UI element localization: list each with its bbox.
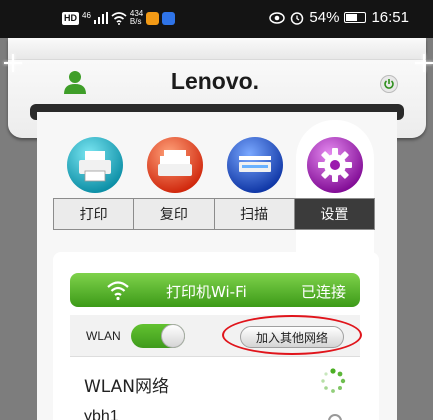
clock: 16:51 (371, 9, 409, 26)
printer-top-strip (8, 38, 426, 60)
copy-icon[interactable] (146, 136, 204, 194)
tab-label: 打印 (79, 207, 108, 223)
wlan-networks-title: WLAN网络 (84, 377, 170, 397)
status-bar: HD 46 434 B/s 54% 16:51 (0, 0, 433, 38)
tab-label: 复印 (159, 207, 188, 223)
power-icon[interactable] (380, 75, 398, 93)
wifi-icon (111, 11, 127, 25)
tab-scan[interactable]: 扫描 (214, 199, 295, 229)
signal-icon (93, 12, 108, 24)
net-speed-unit: B/s (129, 17, 142, 26)
wlan-toggle[interactable] (131, 324, 185, 348)
network-item-name[interactable]: ybh1 (84, 408, 119, 420)
hd-badge: HD (62, 11, 79, 25)
toggle-knob (161, 324, 185, 348)
printer-wifi-status-bar[interactable]: 打印机Wi-Fi 已连接 (70, 273, 360, 307)
connection-status: 已连接 (300, 283, 346, 301)
battery-icon (344, 12, 367, 23)
gallery-app-icon (162, 11, 176, 25)
tab-label: 扫描 (240, 207, 269, 223)
sparkle-left (4, 54, 22, 72)
settings-gear-icon[interactable] (306, 136, 364, 194)
app-notification-icon (146, 11, 160, 25)
tab-copy[interactable]: 复印 (134, 199, 215, 229)
status-left: HD 46 434 B/s (62, 10, 176, 26)
brand-logo: Lenovo. (170, 68, 260, 94)
tab-settings[interactable]: 设置 (294, 199, 374, 229)
alarm-icon (291, 11, 304, 25)
tab-print[interactable]: 打印 (54, 199, 135, 229)
wlan-label: WLAN (86, 329, 121, 343)
tab-label: 设置 (320, 207, 349, 223)
status-right: 54% 16:51 (269, 9, 409, 26)
sparkle-right (415, 54, 433, 72)
function-tabs: 打印 复印 扫描 设置 (53, 198, 375, 230)
loading-spinner-icon (321, 368, 346, 393)
eye-icon (269, 11, 286, 24)
user-icon[interactable] (64, 70, 86, 94)
join-other-network-button[interactable]: 加入其他网络 (240, 326, 344, 348)
wifi-icon (107, 281, 129, 301)
net-speed: 434 B/s (130, 10, 143, 26)
scan-icon[interactable] (226, 136, 284, 194)
signal-generation-text: 46 (82, 10, 91, 20)
battery-percent: 54% (309, 9, 340, 26)
printer-wifi-name: 打印机Wi-Fi (166, 283, 247, 301)
print-icon[interactable] (66, 136, 124, 194)
wlan-row: WLAN 加入其他网络 (70, 315, 360, 357)
